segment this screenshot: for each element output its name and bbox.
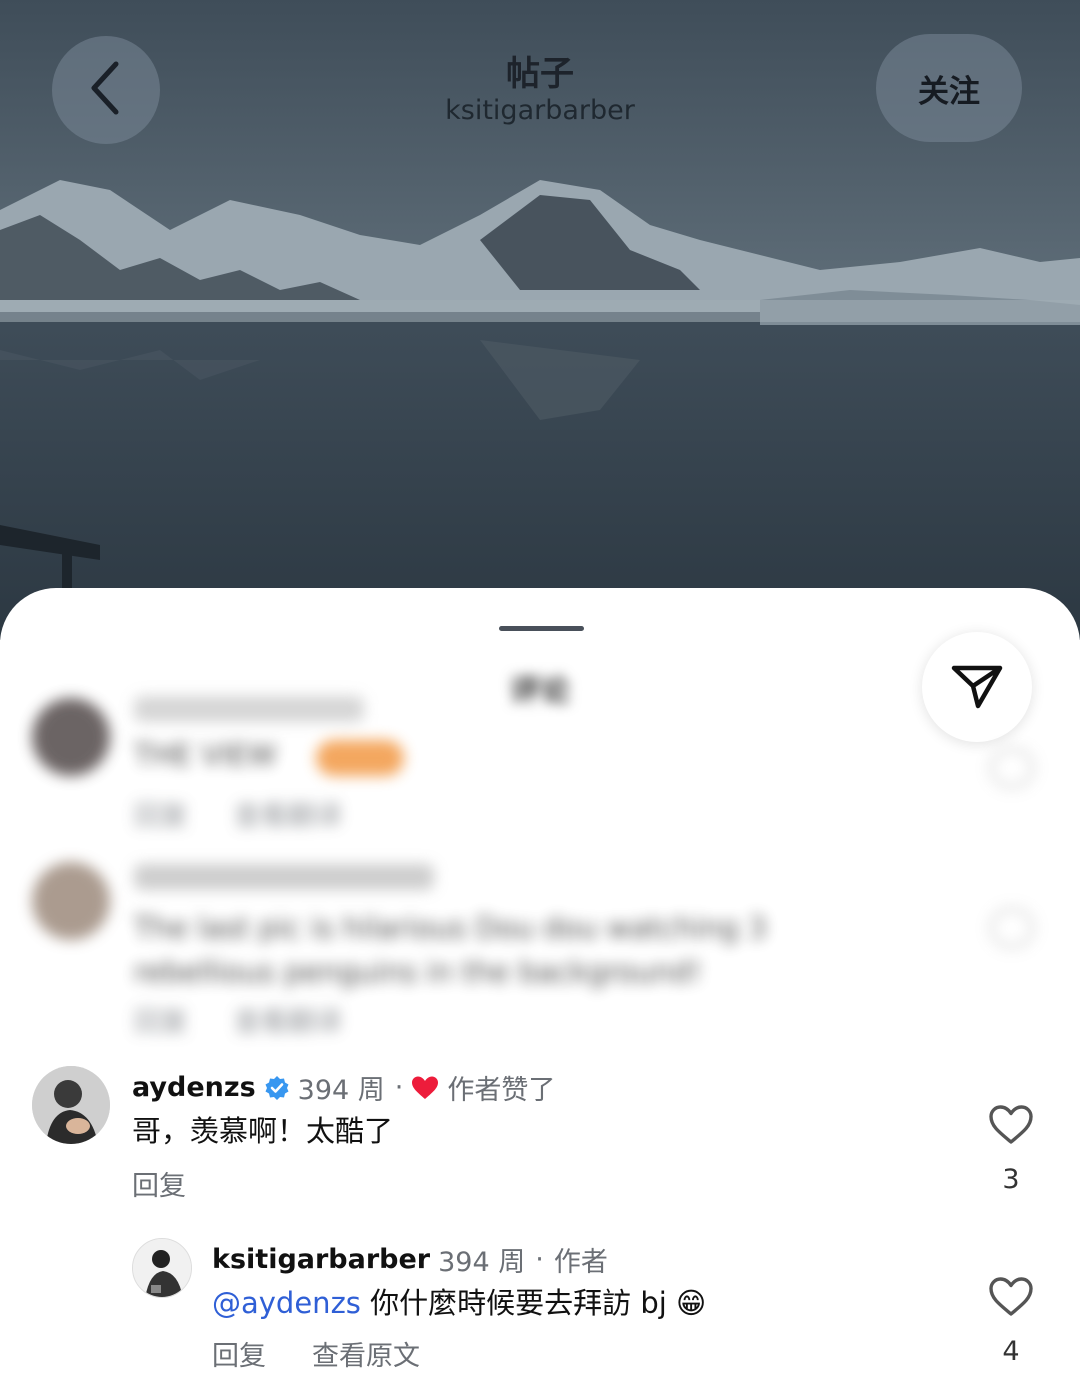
heart-icon[interactable] (990, 748, 1034, 788)
reply-link[interactable]: 回复 (132, 1164, 186, 1203)
comments-sheet: 评论 THE VIEW 回复 查看翻译 The last pic is hila… (0, 588, 1080, 1396)
blurred-comment: THE VIEW 回复 查看翻译 (0, 688, 1080, 838)
author-badge: 作者 (553, 1247, 608, 1278)
heart-icon[interactable] (990, 908, 1034, 948)
comment-username[interactable]: aydenzs (132, 1072, 256, 1103)
reply-header: ksitigarbarber 394 周 · 作者 (212, 1240, 608, 1279)
comment-username (134, 864, 434, 890)
comment-text: 哥，羡慕啊！太酷了 (132, 1114, 394, 1148)
comment-time: 394 周 (297, 1075, 385, 1106)
verified-badge-icon (264, 1075, 290, 1101)
like-button[interactable] (988, 1276, 1034, 1322)
comment-username (134, 696, 364, 722)
reply-link[interactable]: 回复 (134, 1000, 188, 1039)
emoji (316, 740, 404, 776)
author-liked-label: 作者赞了 (447, 1075, 556, 1106)
separator: · (394, 1072, 404, 1103)
avatar[interactable] (132, 1238, 192, 1298)
mention-link[interactable]: @aydenzs (212, 1286, 361, 1320)
comment-text: THE VIEW (134, 738, 277, 772)
sheet-grabber[interactable] (499, 626, 584, 631)
see-original-link[interactable]: 查看原文 (312, 1334, 420, 1373)
translate-link[interactable]: 查看翻译 (234, 794, 342, 833)
comment-item: aydenzs 394 周 · 作者赞了 哥，羡慕啊！太酷了 回复 3 (0, 1058, 1080, 1228)
avatar[interactable] (32, 1066, 110, 1144)
comment-header: aydenzs 394 周 · 作者赞了 (132, 1068, 555, 1107)
separator: · (535, 1244, 544, 1275)
like-button[interactable] (988, 1104, 1034, 1150)
heart-outline-icon (988, 1277, 1034, 1322)
reply-time: 394 周 (438, 1247, 526, 1278)
reply-link[interactable]: 回复 (212, 1334, 266, 1373)
reply-username[interactable]: ksitigarbarber (212, 1244, 430, 1275)
follow-button[interactable]: 关注 (876, 34, 1022, 142)
like-count: 4 (1002, 1336, 1020, 1367)
like-count: 3 (1002, 1164, 1020, 1195)
top-bar: 帖子 ksitigarbarber 关注 (0, 0, 1080, 160)
heart-outline-icon (988, 1105, 1034, 1150)
blurred-comment: The last pic is hilarious Dou dou watchi… (0, 856, 1080, 1038)
reply-body: 你什麼時候要去拜訪 bj 😁 (360, 1286, 707, 1320)
avatar-photo (32, 1066, 110, 1144)
heart-filled-icon (411, 1075, 439, 1101)
reply-item: ksitigarbarber 394 周 · 作者 @aydenzs 你什麼時候… (0, 1230, 1080, 1396)
reply-link[interactable]: 回复 (134, 794, 188, 833)
comment-text: The last pic is hilarious Dou dou watchi… (134, 911, 767, 989)
translate-link[interactable]: 查看翻译 (234, 1000, 342, 1039)
avatar (32, 698, 110, 776)
avatar (32, 862, 110, 940)
reply-text: @aydenzs 你什麼時候要去拜訪 bj 😁 (212, 1280, 706, 1322)
avatar-photo (133, 1239, 191, 1297)
